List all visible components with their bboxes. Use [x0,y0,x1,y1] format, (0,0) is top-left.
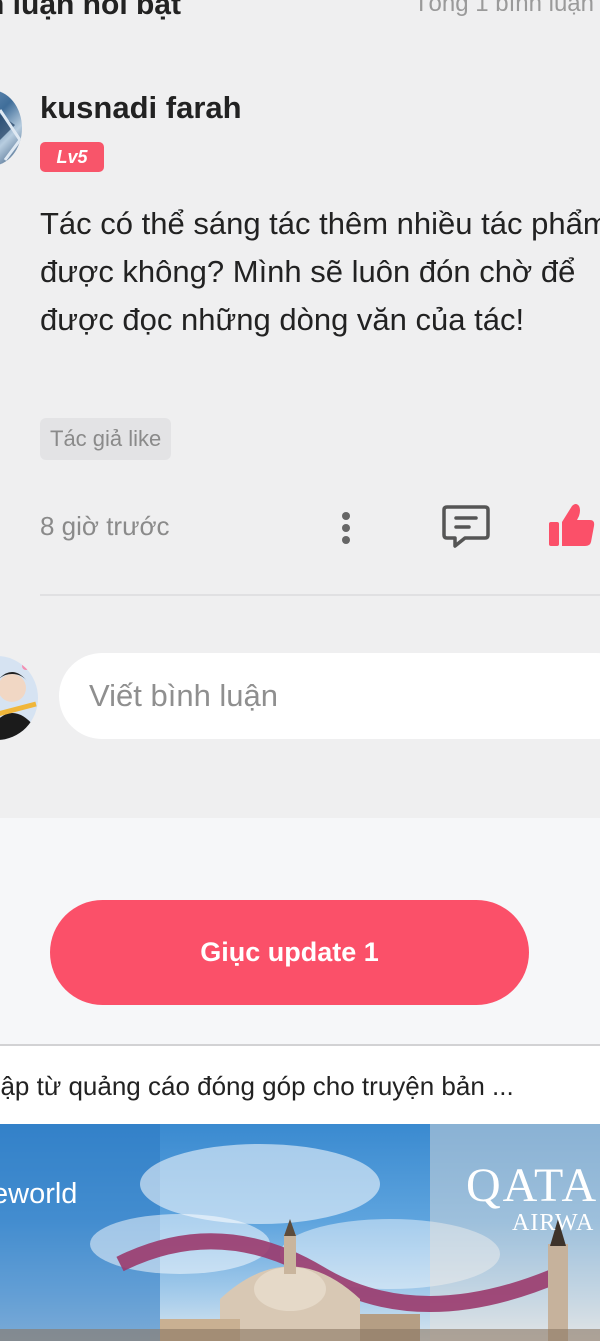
divider [40,594,600,596]
commenter-avatar[interactable] [0,90,22,166]
user-avatar [0,656,38,740]
ad-banner-image [0,1124,600,1341]
ad-brand-text: eworld [0,1178,78,1210]
reply-button[interactable] [441,503,491,549]
comment-timestamp: 8 giờ trước [40,511,170,541]
ad-notice-text: hập từ quảng cáo đóng góp cho truyện bản… [0,1071,514,1101]
section-title: n luận nổi bật [0,0,181,21]
avatar-image [0,109,22,161]
more-options-button[interactable] [334,506,358,550]
action-panel: Giục update 1 [0,818,600,1044]
comment-input-placeholder: Viết bình luận [89,678,279,713]
comment-icon [442,505,490,548]
more-vertical-icon [342,512,350,544]
ad-banner[interactable]: eworld QATA AIRWA [0,1124,600,1341]
comment-body: Tác có thể sáng tác thêm nhiều tác phẩm … [40,206,600,337]
user-avatar-image [0,662,37,740]
urge-update-button[interactable]: Giục update 1 [50,900,529,1005]
ad-notice-bar[interactable]: hập từ quảng cáo đóng góp cho truyện bản… [0,1044,600,1126]
like-button[interactable] [546,502,596,548]
comments-panel: n luận nổi bật Tổng 1 bình luận kusnadi … [0,0,600,818]
level-badge: Lv5 [40,142,104,172]
ad-airline-sub: AIRWA [512,1210,595,1236]
total-comments-link[interactable]: Tổng 1 bình luận [414,0,594,18]
thumbs-up-icon [549,504,595,546]
ad-airline-logo: QATA [466,1159,599,1212]
comment-input[interactable]: Viết bình luận [59,653,600,739]
commenter-name[interactable]: kusnadi farah [40,90,242,126]
author-like-tag: Tác giả like [40,418,172,460]
